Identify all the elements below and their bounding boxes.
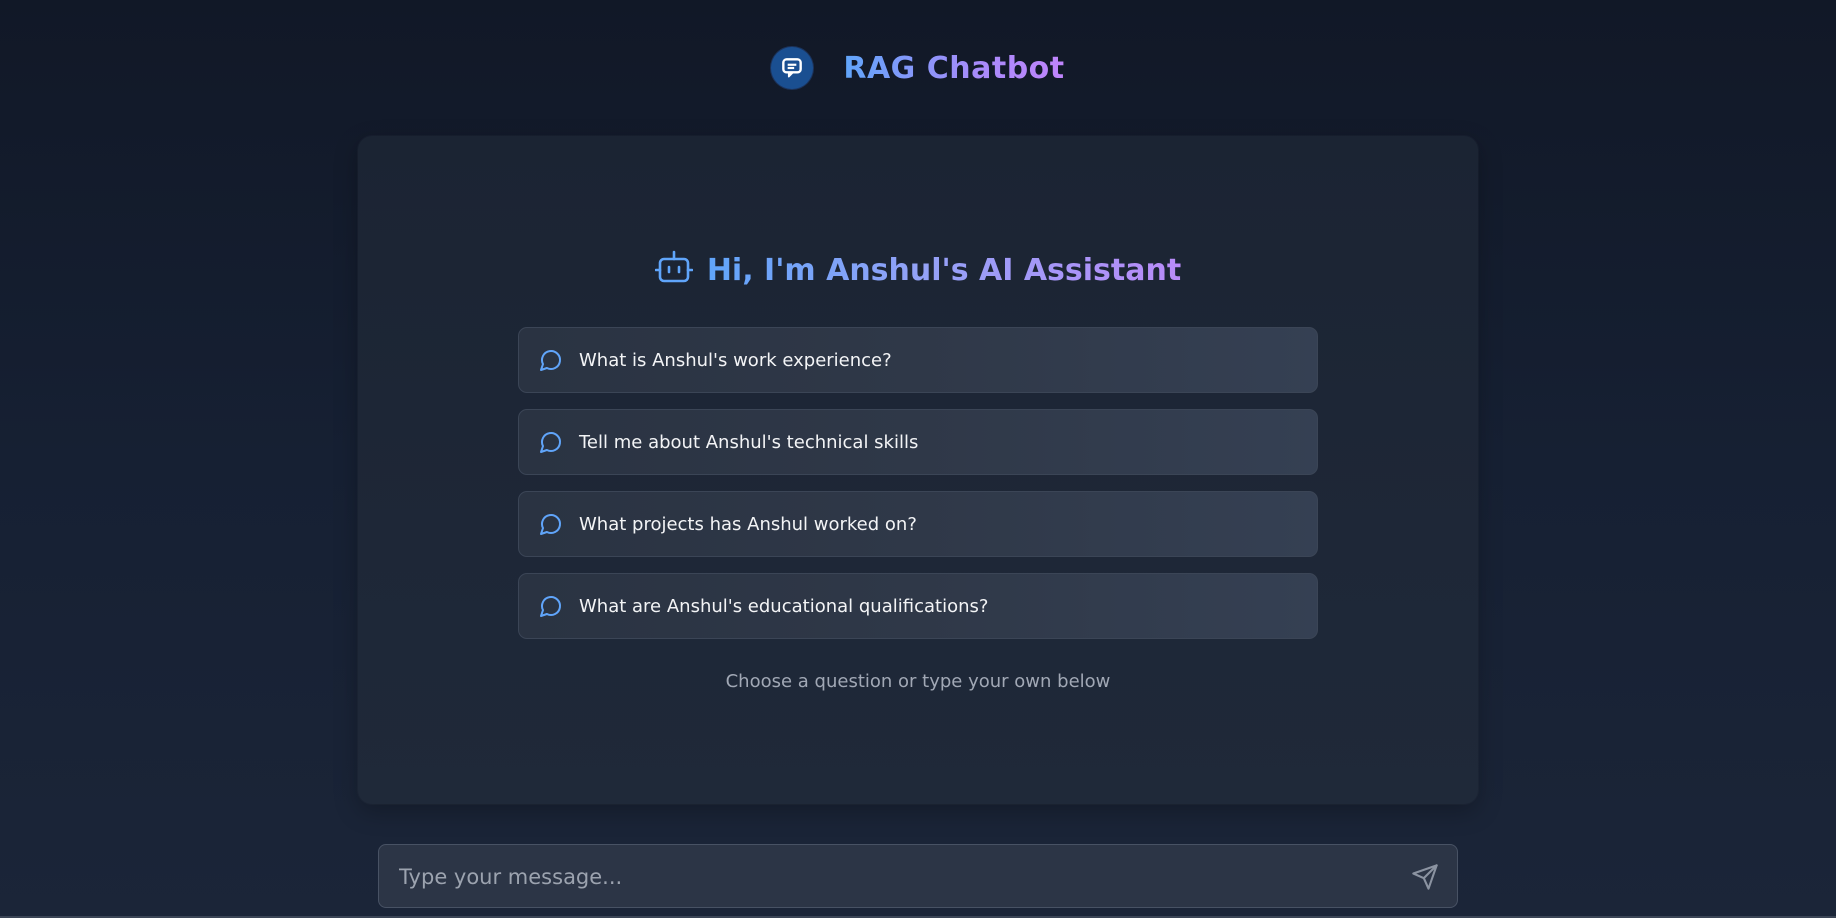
chat-bubble-icon bbox=[771, 47, 814, 89]
suggestion-work-experience[interactable]: What is Anshul's work experience? bbox=[518, 327, 1318, 393]
app-title: RAG Chatbot bbox=[843, 50, 1065, 86]
welcome-title: Hi, I'm Anshul's AI Assistant bbox=[706, 252, 1182, 288]
suggestion-label: What are Anshul's educational qualificat… bbox=[579, 595, 989, 617]
send-icon bbox=[1411, 863, 1439, 895]
suggested-questions: What is Anshul's work experience? Tell m… bbox=[518, 327, 1318, 655]
suggestion-education[interactable]: What are Anshul's educational qualificat… bbox=[518, 573, 1318, 639]
send-button[interactable] bbox=[1409, 863, 1441, 895]
suggestion-label: What projects has Anshul worked on? bbox=[579, 513, 917, 535]
welcome-heading: Hi, I'm Anshul's AI Assistant bbox=[358, 248, 1478, 292]
suggestion-label: What is Anshul's work experience? bbox=[579, 349, 892, 371]
chat-panel: Hi, I'm Anshul's AI Assistant What is An… bbox=[358, 136, 1478, 804]
suggestion-technical-skills[interactable]: Tell me about Anshul's technical skills bbox=[518, 409, 1318, 475]
app-header: RAG Chatbot bbox=[0, 44, 1836, 92]
message-circle-icon bbox=[539, 430, 563, 454]
message-circle-icon bbox=[539, 348, 563, 372]
message-input[interactable] bbox=[397, 845, 1361, 909]
suggestion-label: Tell me about Anshul's technical skills bbox=[579, 431, 919, 453]
message-circle-icon bbox=[539, 594, 563, 618]
robot-icon bbox=[654, 250, 694, 290]
message-circle-icon bbox=[539, 512, 563, 536]
hint-text: Choose a question or type your own below bbox=[725, 671, 1111, 692]
message-composer bbox=[378, 844, 1458, 909]
suggestion-projects[interactable]: What projects has Anshul worked on? bbox=[518, 491, 1318, 557]
